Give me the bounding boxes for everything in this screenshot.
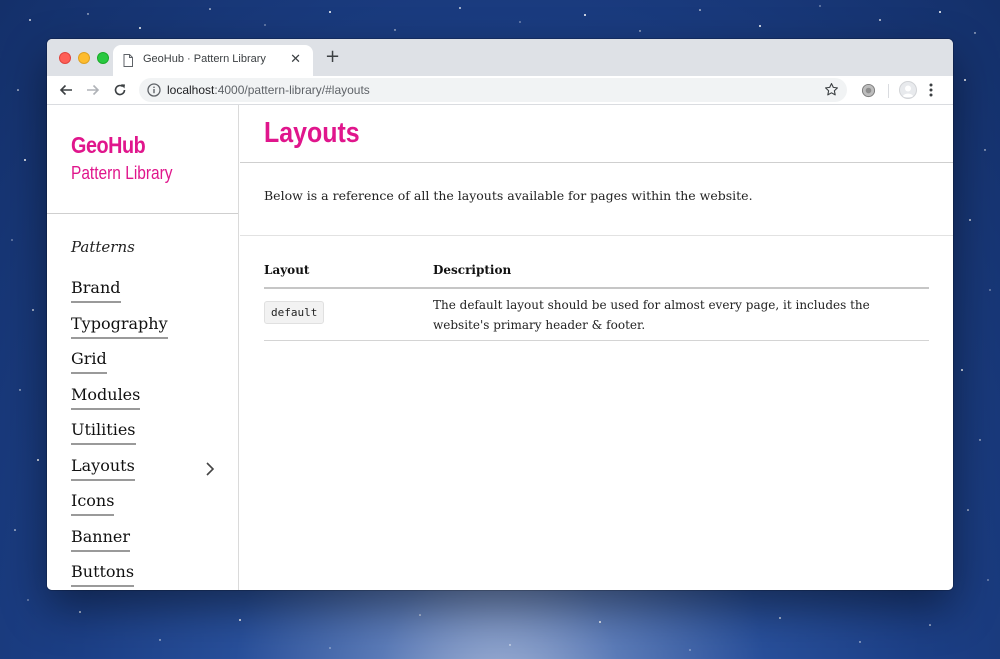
brand-block[interactable]: GeoHub Pattern Library (71, 131, 189, 184)
chevron-right-icon[interactable] (205, 461, 215, 477)
site-name[interactable]: GeoHub (71, 131, 173, 159)
reload-icon[interactable] (113, 83, 127, 97)
tab-title: GeoHub · Pattern Library (143, 53, 266, 65)
sidebar-item-label[interactable]: Layouts (71, 456, 135, 481)
sidebar-item-label[interactable]: Banner (71, 527, 131, 552)
sidebar-item-banner[interactable]: Banner (71, 527, 231, 563)
toolbar-divider (888, 84, 889, 98)
page-content: GeoHub Pattern Library Patterns Brand Ty… (47, 105, 953, 590)
sidebar-item-grid[interactable]: Grid (71, 349, 231, 385)
menu-dots-icon[interactable] (929, 83, 933, 97)
sidebar: GeoHub Pattern Library Patterns Brand Ty… (47, 105, 239, 590)
sidebar-item-brand[interactable]: Brand (71, 278, 231, 314)
info-icon[interactable] (147, 83, 161, 97)
sidebar-item-typography[interactable]: Typography (71, 314, 231, 350)
section-divider (240, 235, 953, 236)
sidebar-item-label[interactable]: Grid (71, 349, 107, 374)
sidebar-nav: Brand Typography Grid Modules Utilities … (71, 278, 231, 590)
sidebar-item-utilities[interactable]: Utilities (71, 420, 231, 456)
url-path: :4000/pattern-library/#layouts (214, 83, 370, 97)
extension-icon[interactable] (861, 83, 876, 98)
forward-arrow-icon[interactable] (86, 83, 100, 97)
address-bar[interactable]: localhost:4000/pattern-library/#layouts (139, 78, 847, 102)
intro-text: Below is a reference of all the layouts … (264, 188, 753, 203)
sidebar-item-label[interactable]: Utilities (71, 420, 136, 445)
window-minimize-button[interactable] (78, 52, 90, 64)
section-label: Patterns (71, 238, 135, 256)
sidebar-item-label[interactable]: Typography (71, 314, 168, 339)
back-arrow-icon[interactable] (59, 83, 73, 97)
browser-tab[interactable]: GeoHub · Pattern Library ✕ (113, 45, 313, 76)
window-maximize-button[interactable] (97, 52, 109, 64)
url-text: localhost:4000/pattern-library/#layouts (167, 83, 370, 97)
sidebar-item-label[interactable]: Icons (71, 491, 115, 516)
title-divider (240, 162, 953, 163)
column-header-layout: Layout (264, 263, 310, 277)
window-close-button[interactable] (59, 52, 71, 64)
profile-icon[interactable] (899, 81, 917, 99)
url-host: localhost (167, 83, 215, 97)
title-bar: GeoHub · Pattern Library ✕ + (47, 39, 953, 76)
sidebar-item-label[interactable]: Modules (71, 385, 141, 410)
star-icon[interactable] (824, 82, 839, 97)
main-content: Layouts Below is a reference of all the … (240, 105, 953, 590)
row-rule (264, 340, 929, 341)
sidebar-divider (47, 213, 238, 214)
plus-icon[interactable]: + (325, 47, 340, 67)
page-title: Layouts (264, 117, 360, 149)
sidebar-item-label[interactable]: Brand (71, 278, 121, 303)
sidebar-item-buttons[interactable]: Buttons (71, 562, 231, 590)
sidebar-item-layouts[interactable]: Layouts (71, 456, 231, 492)
header-rule (264, 287, 929, 289)
sidebar-item-modules[interactable]: Modules (71, 385, 231, 421)
layout-code: default (264, 301, 325, 324)
column-header-description: Description (433, 263, 512, 277)
close-icon[interactable]: ✕ (290, 52, 301, 67)
sidebar-item-icons[interactable]: Icons (71, 491, 231, 527)
site-subtitle[interactable]: Pattern Library (71, 163, 173, 184)
layout-description: The default layout should be used for al… (433, 298, 870, 332)
sidebar-item-label[interactable]: Buttons (71, 562, 135, 587)
page-icon (123, 54, 133, 67)
browser-window: GeoHub · Pattern Library ✕ + localhost:4… (47, 39, 953, 590)
browser-toolbar: localhost:4000/pattern-library/#layouts (47, 76, 953, 105)
